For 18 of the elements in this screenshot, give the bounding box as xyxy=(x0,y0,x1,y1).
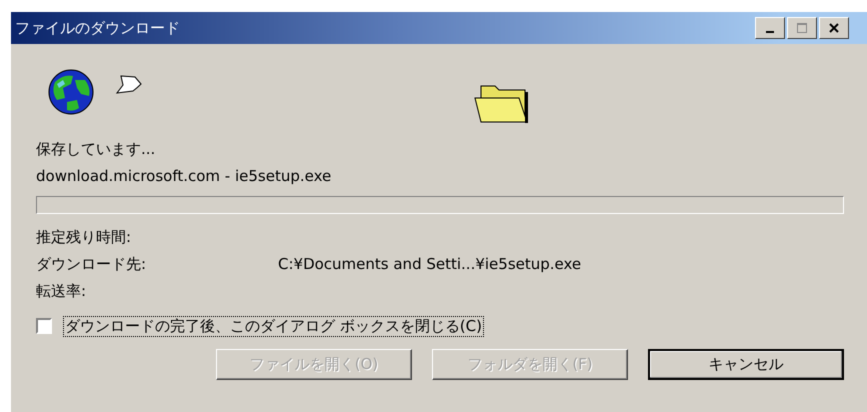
paper-icon xyxy=(115,74,143,96)
checkbox[interactable] xyxy=(36,318,52,334)
minimize-button[interactable] xyxy=(755,17,785,39)
source-text: download.microsoft.com - ie5setup.exe xyxy=(36,166,332,187)
checkbox-label[interactable]: ダウンロードの完了後、このダイアログ ボックスを閉じる(C) xyxy=(64,316,483,336)
minimize-icon xyxy=(766,31,774,33)
close-icon xyxy=(828,22,840,34)
cancel-button[interactable]: キャンセル xyxy=(648,349,844,380)
globe-icon xyxy=(47,68,95,116)
maximize-button[interactable] xyxy=(787,17,817,39)
detail-label: 転送率: xyxy=(36,281,88,302)
detail-label: 推定残り時間: xyxy=(36,227,132,248)
window-title: ファイルのダウンロード xyxy=(15,18,181,38)
detail-label: ダウンロード先: xyxy=(36,254,148,275)
close-button[interactable] xyxy=(819,17,849,39)
detail-value: C:¥Documents and Setti...¥ie5setup.exe xyxy=(278,254,582,275)
maximize-icon xyxy=(796,22,808,34)
status-text: 保存しています... xyxy=(36,139,156,160)
